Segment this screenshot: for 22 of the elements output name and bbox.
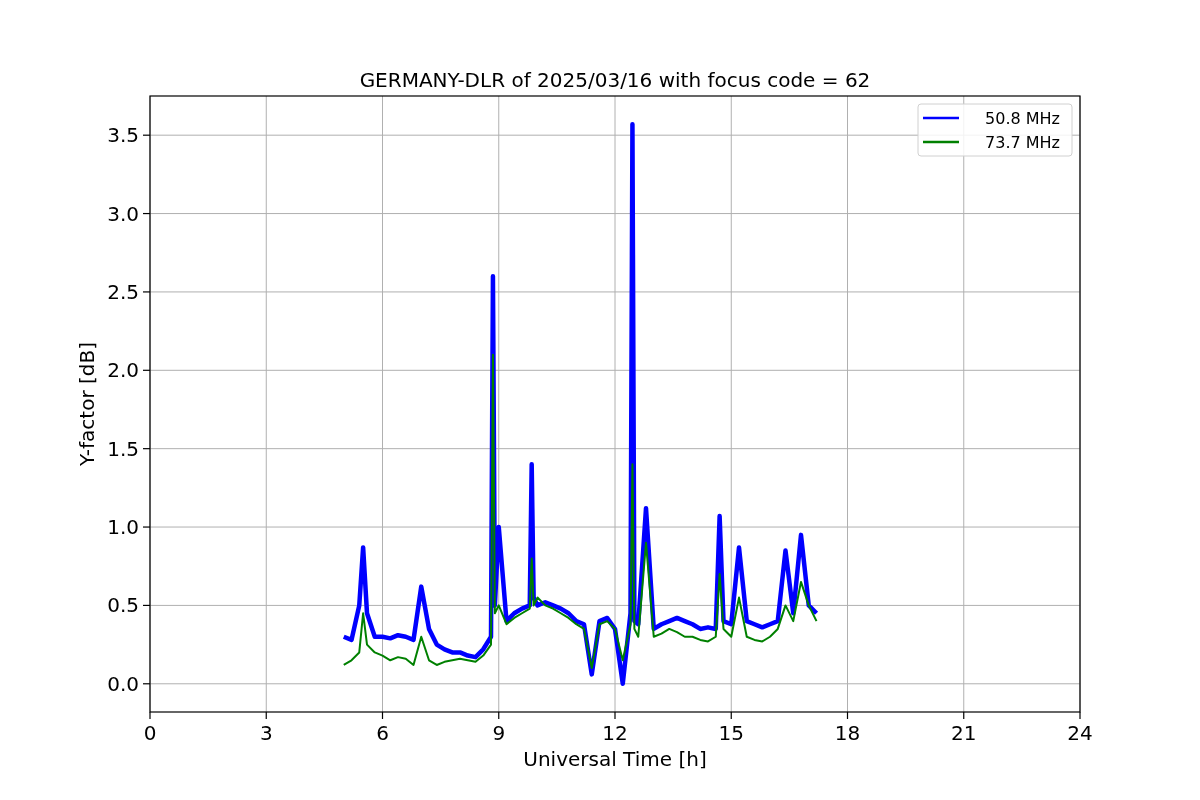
x-axis-label: Universal Time [h] [523, 747, 707, 771]
x-tick-label: 12 [602, 721, 628, 745]
legend-label: 73.7 MHz [985, 133, 1060, 152]
y-tick-label: 0.0 [107, 671, 139, 696]
legend-label: 50.8 MHz [985, 109, 1060, 128]
y-tick-label: 2.0 [107, 358, 139, 383]
x-tick-label: 3 [259, 721, 273, 745]
chart-title: GERMANY-DLR of 2025/03/16 with focus code = 62 [359, 68, 871, 92]
x-tick-label: 0 [143, 721, 157, 745]
y-tick-label: 0.5 [107, 593, 139, 618]
y-tick-label: 3.5 [107, 123, 139, 148]
y-axis-label: Y-factor [dB] [75, 342, 99, 466]
x-tick-label: 15 [718, 721, 744, 745]
y-tick-label: 1.0 [107, 515, 139, 540]
y-tick-label: 1.5 [107, 436, 139, 461]
y-tick-label: 3.0 [107, 201, 139, 226]
x-tick-label: 9 [492, 721, 506, 745]
x-tick-label: 6 [376, 721, 389, 745]
y-tick-label: 2.5 [107, 279, 139, 304]
x-tick-label: 21 [951, 721, 977, 745]
x-tick-label: 24 [1067, 721, 1093, 745]
x-tick-label: 18 [834, 721, 861, 745]
